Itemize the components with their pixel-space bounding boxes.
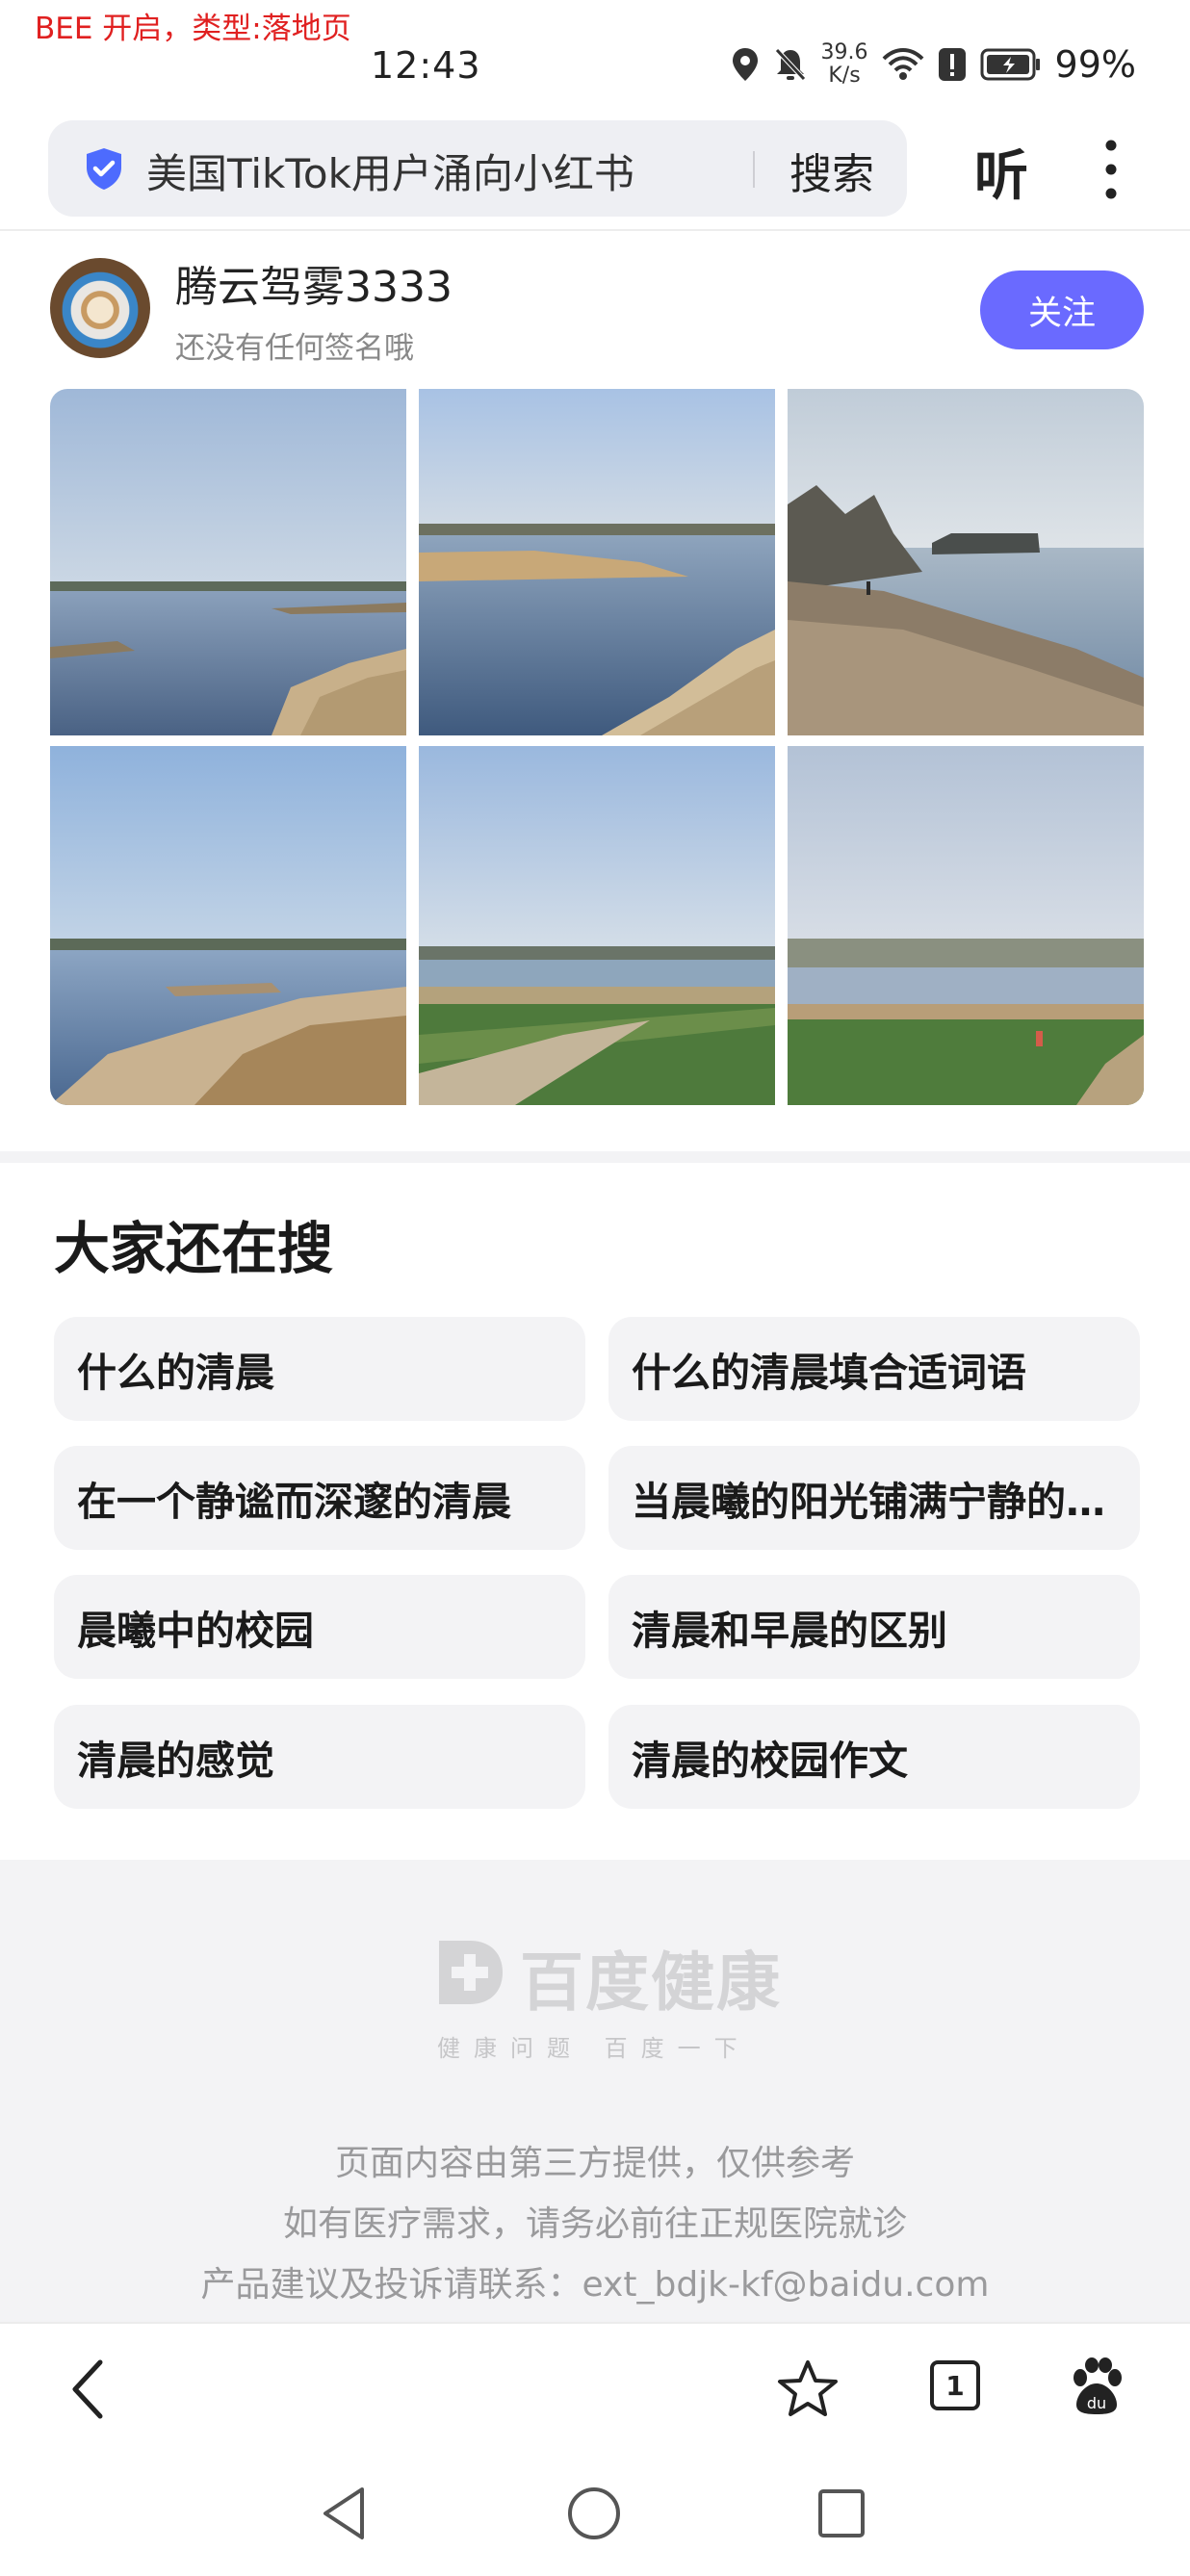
- baidu-paw-icon[interactable]: du: [1069, 2357, 1125, 2416]
- section-separator: [0, 1151, 1190, 1163]
- tab-count: 1: [945, 2369, 965, 2402]
- footer-medical-note: 如有医疗需求，请务必前往正规医院就诊: [282, 2204, 907, 2244]
- footer-disclaimer: 页面内容由第三方提供，仅供参考: [334, 2144, 855, 2183]
- search-bar[interactable]: 美国TikTok用户涌向小红书 搜索: [48, 120, 907, 217]
- chip-label: 当晨曦的阳光铺满宁静的…: [632, 1479, 1105, 1525]
- favorite-star-icon[interactable]: [776, 2358, 840, 2420]
- system-back-icon[interactable]: [320, 2486, 368, 2541]
- search-divider: [753, 151, 755, 188]
- chip-label: 在一个静谧而深邃的清晨: [77, 1479, 511, 1525]
- photo-image: [419, 389, 775, 735]
- photo-lakeshore-person[interactable]: [788, 389, 1144, 735]
- battery-charging-icon: [980, 48, 1040, 81]
- system-recents-icon[interactable]: [816, 2487, 867, 2539]
- photo-image: [50, 746, 406, 1105]
- related-search-chip[interactable]: 清晨的校园作文: [608, 1705, 1140, 1809]
- footer-contact: 产品建议及投诉请联系：ext_bdjk-kf@baidu.com: [200, 2265, 990, 2305]
- wifi-icon: [882, 48, 923, 80]
- listen-button[interactable]: 听: [974, 133, 1028, 211]
- alert-icon: [938, 48, 966, 81]
- author-name[interactable]: 腾云驾雾3333: [175, 252, 453, 314]
- bottom-toolbar: 1 du: [0, 2322, 1190, 2457]
- photo-wheat-field-path[interactable]: [419, 746, 775, 1105]
- status-time: 12:43: [371, 44, 481, 87]
- tabs-button[interactable]: 1: [930, 2360, 980, 2410]
- mute-bell-icon: [774, 48, 806, 81]
- search-button[interactable]: 搜索: [789, 140, 874, 201]
- photo-image: [788, 389, 1144, 735]
- related-search-chip[interactable]: 在一个静谧而深邃的清晨: [54, 1446, 585, 1550]
- footer-logo-text: 百度健康: [520, 1945, 782, 2020]
- back-icon[interactable]: [67, 2358, 110, 2420]
- chip-label: 清晨的感觉: [77, 1738, 274, 1784]
- chip-label: 什么的清晨填合适词语: [632, 1350, 1026, 1396]
- related-search-chip[interactable]: 清晨和早晨的区别: [608, 1575, 1140, 1679]
- related-searches-title: 大家还在搜: [54, 1216, 334, 1281]
- photo-wheat-field-lake[interactable]: [788, 746, 1144, 1105]
- photo-image: [788, 746, 1144, 1105]
- net-speed-value: 39.6: [820, 40, 868, 64]
- related-search-chip[interactable]: 晨曦中的校园: [54, 1575, 585, 1679]
- related-search-chip[interactable]: 什么的清晨: [54, 1317, 585, 1421]
- avatar[interactable]: [50, 258, 150, 358]
- author-bio: 还没有任何签名哦: [175, 331, 414, 366]
- more-icon[interactable]: [1105, 140, 1117, 199]
- photo-lake-sandbar[interactable]: [50, 389, 406, 735]
- shield-icon: [87, 148, 121, 190]
- baidu-health-logo-icon: [439, 1941, 503, 2004]
- photo-lake-sandbank[interactable]: [419, 389, 775, 735]
- photo-grid: [50, 389, 1144, 1105]
- photo-image: [419, 746, 775, 1105]
- net-speed-unit: K/s: [828, 64, 861, 88]
- system-nav-bar: [0, 2464, 1190, 2576]
- svg-text:du: du: [1087, 2394, 1106, 2412]
- chip-label: 清晨的校园作文: [632, 1738, 908, 1784]
- footer-logo-slogan: 健康问题 百度一下: [437, 2035, 751, 2062]
- related-search-chip[interactable]: 什么的清晨填合适词语: [608, 1317, 1140, 1421]
- related-search-chip[interactable]: 清晨的感觉: [54, 1705, 585, 1809]
- status-icons: 39.6 K/s 99%: [731, 40, 1136, 89]
- follow-button[interactable]: 关注: [980, 270, 1144, 349]
- location-icon: [732, 48, 758, 81]
- photo-lake-reeds[interactable]: [50, 746, 406, 1105]
- header-divider: [0, 229, 1190, 231]
- chip-label: 晨曦中的校园: [77, 1608, 314, 1654]
- photo-image: [50, 389, 406, 735]
- chip-label: 清晨和早晨的区别: [632, 1608, 947, 1654]
- battery-percent: 99%: [1054, 43, 1136, 86]
- system-home-icon[interactable]: [566, 2486, 622, 2541]
- related-search-chip[interactable]: 当晨曦的阳光铺满宁静的…: [608, 1446, 1140, 1550]
- debug-label: BEE 开启，类型:落地页: [35, 12, 351, 46]
- net-speed: 39.6 K/s: [821, 41, 868, 88]
- chip-label: 什么的清晨: [77, 1350, 274, 1396]
- footer: 百度健康 健康问题 百度一下 页面内容由第三方提供，仅供参考 如有医疗需求，请务…: [0, 1860, 1190, 2322]
- search-input[interactable]: 美国TikTok用户涌向小红书: [146, 142, 634, 200]
